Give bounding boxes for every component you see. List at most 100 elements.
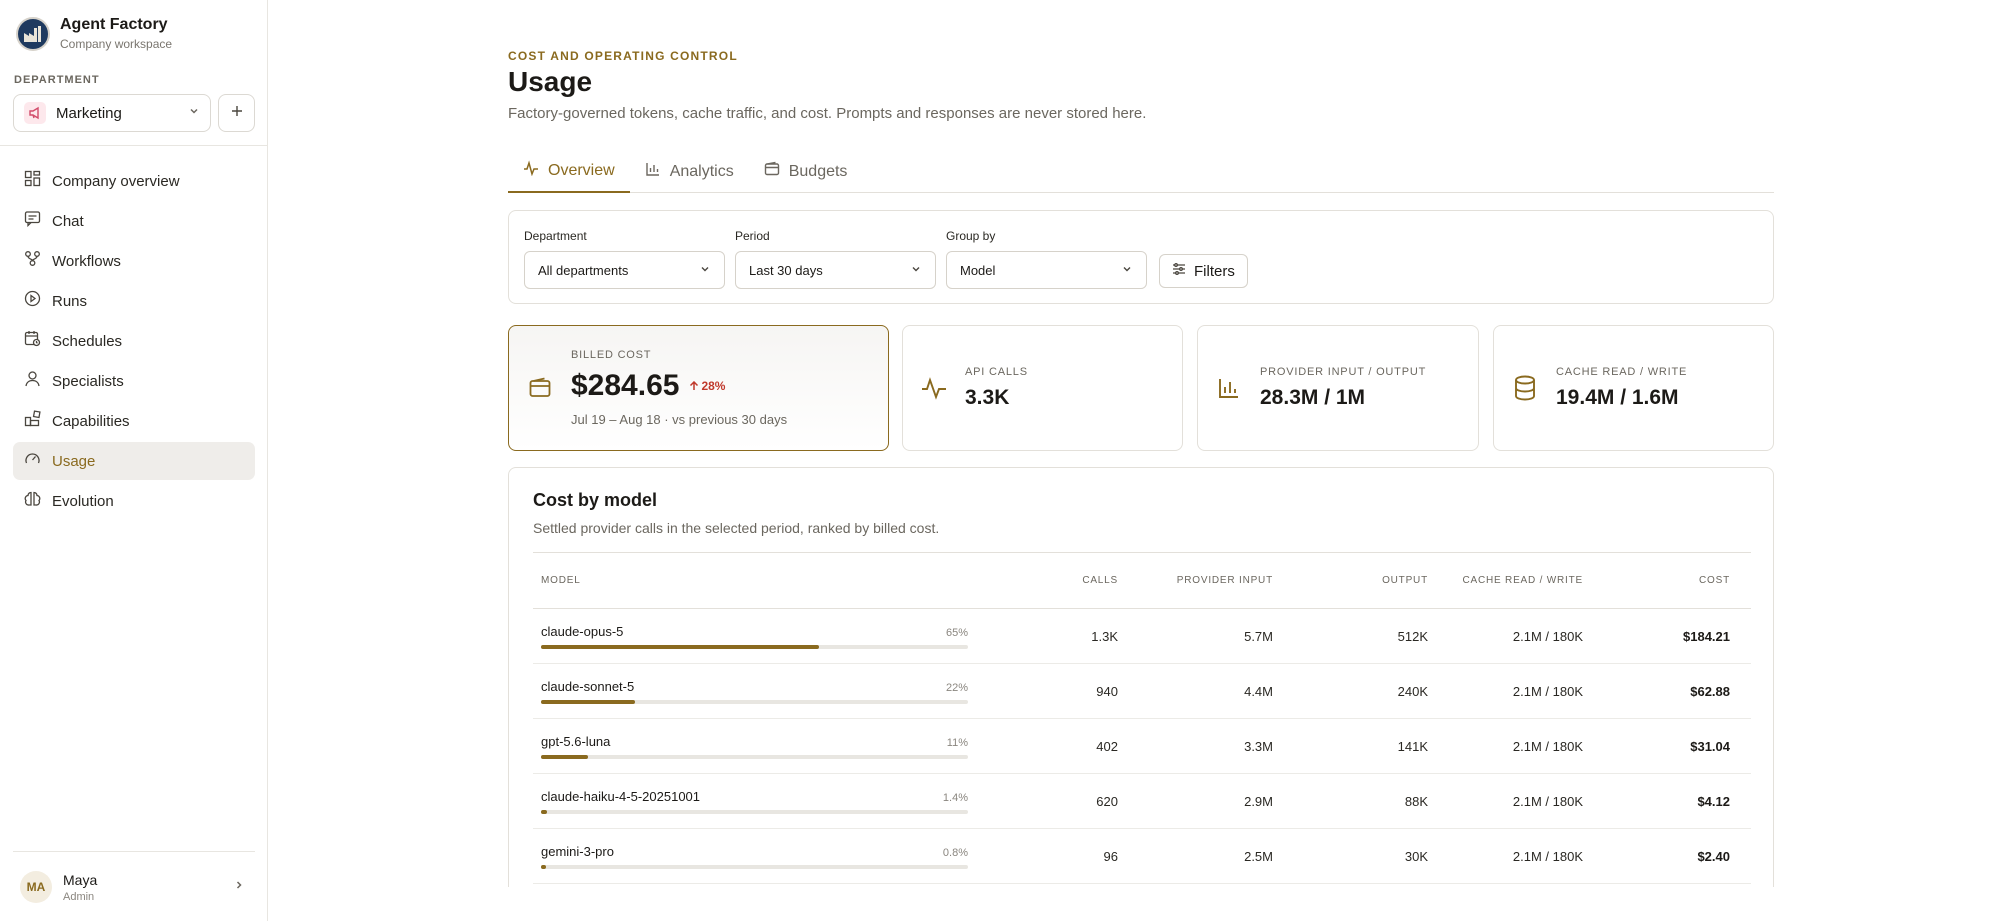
model-share: 1.4% — [942, 791, 968, 804]
column-header-output[interactable]: OUTPUT — [1273, 575, 1428, 586]
billed-cost-card[interactable]: BILLED COST $284.65 28% Jul 19 – Aug 18 … — [508, 325, 889, 451]
sidebar-item-label: Runs — [52, 292, 88, 310]
table-row[interactable]: gpt-5.6-luna 11% 402 3.3M 141K 2.1M / 180K $31… — [533, 719, 1751, 774]
table-row[interactable]: claude-opus-5 65% 1.3K 5.7M 512K 2.1M / 180K $… — [533, 609, 1751, 664]
sidebar-item-label: Usage — [52, 452, 96, 470]
factory-logo-icon — [16, 16, 50, 51]
chevron-down-icon — [188, 104, 200, 122]
bar-chart-icon — [1216, 376, 1242, 400]
output-cell: 240K — [1397, 683, 1428, 699]
model-share: 0.8% — [942, 846, 968, 859]
tab-overview[interactable]: Overview — [508, 150, 630, 193]
period-filter-select[interactable]: Last 30 days — [735, 251, 936, 289]
filters-button-label: Filters — [1194, 262, 1235, 280]
play-circle-icon — [24, 290, 41, 312]
sidebar-item-company-overview[interactable]: Company overview — [13, 162, 255, 200]
cache-cell: 2.1M / 180K — [1512, 848, 1583, 864]
calls-cell: 620 — [1096, 793, 1118, 809]
filter-panel: Department All departments Period Last 3… — [508, 210, 1774, 304]
model-cell: claude-opus-5 65% — [533, 624, 968, 649]
megaphone-icon — [24, 102, 46, 124]
model-name: claude-sonnet-5 — [541, 678, 635, 694]
provider-io-value: 28.3M / 1M — [1260, 386, 1366, 409]
cache-cell: 2.1M / 180K — [1512, 738, 1583, 754]
bar-chart-icon — [645, 161, 661, 182]
sidebar-item-capabilities[interactable]: Capabilities — [13, 402, 255, 440]
cache-rw-card[interactable]: CACHE READ / WRITE 19.4M / 1.6M — [1493, 325, 1774, 451]
blocks-icon — [24, 410, 41, 432]
model-name: claude-opus-5 — [541, 623, 624, 639]
page-eyebrow: COST AND OPERATING CONTROL — [508, 49, 738, 63]
gauge-icon — [24, 450, 41, 472]
cost-delta-value: 28% — [701, 379, 726, 393]
group-by-filter: Group by Model — [946, 229, 1147, 289]
table-row[interactable]: claude-haiku-4-5-20251001 1.4% 620 2.9M 88K 2… — [533, 774, 1751, 829]
cost-table-subtitle: Settled provider calls in the selected p… — [533, 520, 940, 536]
avatar: MA — [20, 871, 52, 903]
period-filter: Period Last 30 days — [735, 229, 936, 289]
cost-cell: $184.21 — [1683, 628, 1730, 644]
model-name: claude-haiku-4-5-20251001 — [541, 788, 701, 804]
tab-budgets[interactable]: Budgets — [749, 150, 863, 193]
sidebar-item-chat[interactable]: Chat — [13, 202, 255, 240]
user-menu[interactable]: MA Maya Admin — [20, 871, 245, 903]
sidebar-item-usage[interactable]: Usage — [13, 442, 255, 480]
brand[interactable]: Agent Factory Company workspace — [16, 16, 172, 51]
calls-cell: 402 — [1096, 738, 1118, 754]
department-selected: Marketing — [56, 104, 122, 122]
department-filter-value: All departments — [538, 262, 629, 278]
activity-icon — [523, 160, 539, 181]
billed-cost-period-note: Jul 19 – Aug 18 · vs previous 30 days — [571, 412, 788, 427]
cost-cell: $4.12 — [1697, 793, 1730, 809]
chevron-down-icon — [699, 263, 711, 278]
column-header-calls[interactable]: CALLS — [968, 575, 1118, 586]
column-header-provider-input[interactable]: PROVIDER INPUT — [1118, 575, 1273, 586]
page-title: Usage — [508, 66, 593, 97]
sidebar-item-label: Specialists — [52, 372, 124, 390]
table-row[interactable]: claude-sonnet-5 22% 940 4.4M 240K 2.1M / 180K… — [533, 664, 1751, 719]
share-bar — [541, 754, 968, 759]
page-subtitle: Factory-governed tokens, cache traffic, … — [508, 105, 1147, 122]
group-by-filter-value: Model — [960, 262, 996, 278]
cache-rw-label: CACHE READ / WRITE — [1556, 366, 1688, 378]
sidebar-item-label: Capabilities — [52, 412, 130, 430]
cost-table-title: Cost by model — [533, 490, 658, 510]
table-row[interactable]: gemini-3-pro 0.8% 96 2.5M 30K 2.1M / 180K $2.4… — [533, 829, 1751, 884]
column-header-model[interactable]: MODEL — [533, 575, 968, 586]
tab-analytics[interactable]: Analytics — [630, 150, 749, 193]
api-calls-card[interactable]: API CALLS 3.3K — [902, 325, 1183, 451]
period-filter-value: Last 30 days — [749, 262, 823, 278]
cache-cell: 2.1M / 180K — [1512, 793, 1583, 809]
billed-cost-label: BILLED COST — [571, 349, 652, 361]
activity-icon — [921, 375, 947, 401]
model-share: 11% — [946, 736, 968, 749]
column-header-cost[interactable]: COST — [1583, 575, 1738, 586]
department-select[interactable]: Marketing — [13, 94, 211, 132]
chevron-down-icon — [1121, 263, 1133, 278]
sidebar-item-runs[interactable]: Runs — [13, 282, 255, 320]
chevron-down-icon — [910, 263, 922, 278]
department-label: DEPARTMENT — [14, 74, 100, 86]
model-cell: claude-haiku-4-5-20251001 1.4% — [533, 789, 968, 814]
department-filter: Department All departments — [524, 229, 725, 289]
department-filter-select[interactable]: All departments — [524, 251, 725, 289]
share-bar — [541, 864, 968, 869]
cache-cell: 2.1M / 180K — [1512, 683, 1583, 699]
filters-button[interactable]: Filters — [1159, 254, 1248, 288]
workflow-icon — [24, 250, 41, 272]
api-calls-label: API CALLS — [965, 366, 1028, 378]
sidebar-item-label: Company overview — [52, 172, 180, 190]
sidebar-item-evolution[interactable]: Evolution — [13, 482, 255, 520]
sidebar-nav: Company overview Chat Workflows Runs Sch… — [13, 162, 255, 522]
column-header-cache[interactable]: CACHE READ / WRITE — [1428, 575, 1583, 586]
provider-input-cell: 2.9M — [1244, 793, 1273, 809]
sidebar-item-workflows[interactable]: Workflows — [13, 242, 255, 280]
provider-io-card[interactable]: PROVIDER INPUT / OUTPUT 28.3M / 1M — [1197, 325, 1479, 451]
table-body: claude-opus-5 65% 1.3K 5.7M 512K 2.1M / 180K $… — [533, 609, 1751, 884]
add-department-button[interactable] — [218, 94, 255, 132]
sidebar-item-schedules[interactable]: Schedules — [13, 322, 255, 360]
tab-label: Budgets — [788, 162, 848, 180]
output-cell: 141K — [1397, 738, 1428, 754]
sidebar-item-specialists[interactable]: Specialists — [13, 362, 255, 400]
group-by-filter-select[interactable]: Model — [946, 251, 1147, 289]
